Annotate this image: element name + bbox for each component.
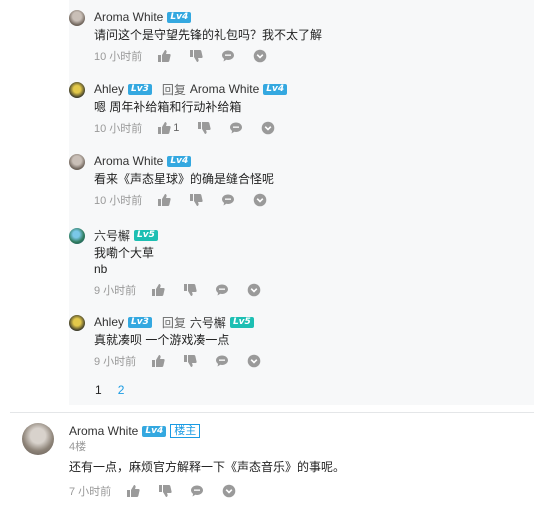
timestamp: 10 小时前 <box>94 123 143 135</box>
reply-item: 六号檞 Lv5 我嘞个大草 nb 9 小时前 <box>69 226 534 302</box>
more-icon[interactable] <box>247 354 261 368</box>
username[interactable]: Aroma White <box>94 10 163 24</box>
timestamp: 7 小时前 <box>69 486 112 498</box>
username[interactable]: 六号檞 <box>94 227 130 244</box>
page-current: 1 <box>95 383 102 397</box>
divider <box>10 412 534 413</box>
thumb-down-icon[interactable] <box>189 193 203 207</box>
timestamp: 10 小时前 <box>94 195 143 207</box>
level-badge: Lv4 <box>167 155 192 167</box>
timestamp: 10 小时前 <box>94 51 143 63</box>
thumb-up-icon[interactable] <box>151 354 165 368</box>
reply-text: nb <box>94 262 108 276</box>
timestamp: 9 小时前 <box>94 356 137 368</box>
reply-target-username[interactable]: Aroma White <box>190 82 259 96</box>
username[interactable]: Ahley <box>94 315 124 329</box>
avatar[interactable] <box>22 423 54 455</box>
comment-text: 还有一点，麻烦官方解释一下《声态音乐》的事呢。 <box>69 460 346 474</box>
reply-item: Aroma White Lv4 请问这个是守望先锋的礼包吗？我不太了解 10 小… <box>69 8 534 68</box>
thumb-up-icon[interactable] <box>126 484 140 498</box>
like-count: 1 <box>173 122 180 134</box>
comment-item: Aroma White Lv4 楼主 4楼 还有一点，麻烦官方解释一下《声态音乐… <box>69 423 534 508</box>
thumb-up-icon[interactable] <box>151 283 165 297</box>
avatar[interactable] <box>69 10 85 26</box>
reply-item: Aroma White Lv4 看来《声态星球》的确是缝合怪呢 10 小时前 <box>69 152 534 212</box>
floor-number: 4楼 <box>69 441 87 453</box>
comment-icon[interactable] <box>229 121 243 135</box>
more-icon[interactable] <box>253 193 267 207</box>
reply-text: 嗯 周年补给箱和行动补给箱 <box>94 100 242 114</box>
reply-label: 回复 <box>161 315 186 330</box>
reply-target-username[interactable]: 六号檞 <box>190 314 226 331</box>
reply-text: 请问这个是守望先锋的礼包吗？我不太了解 <box>94 28 323 42</box>
comment-icon[interactable] <box>215 283 229 297</box>
username[interactable]: Aroma White <box>69 424 138 438</box>
avatar[interactable] <box>69 315 85 331</box>
pagination: 1 2 <box>95 383 124 397</box>
level-badge: Lv4 <box>263 83 288 95</box>
level-badge: Lv3 <box>128 83 152 95</box>
thumb-up-icon[interactable] <box>157 193 171 207</box>
reply-text: 真就凑呗 一个游戏凑一点 <box>94 333 230 347</box>
reply-label: 回复 <box>161 82 186 97</box>
more-icon[interactable] <box>222 484 236 498</box>
thumb-down-icon[interactable] <box>158 484 172 498</box>
thumb-down-icon[interactable] <box>183 283 197 297</box>
level-badge: Lv5 <box>229 316 254 328</box>
thumb-down-icon[interactable] <box>183 354 197 368</box>
level-badge: Lv4 <box>142 425 167 437</box>
reply-item: Ahley Lv3 回复 六号檞 Lv5 真就凑呗 一个游戏凑一点 9 小时前 <box>69 313 534 373</box>
comment-icon[interactable] <box>190 484 204 498</box>
avatar[interactable] <box>69 228 85 244</box>
owner-badge: 楼主 <box>170 424 201 438</box>
avatar[interactable] <box>69 154 85 170</box>
thumb-up-icon[interactable] <box>157 121 171 135</box>
thumb-down-icon[interactable] <box>189 49 203 63</box>
level-badge: Lv3 <box>128 316 152 328</box>
more-icon[interactable] <box>247 283 261 297</box>
comment-icon[interactable] <box>221 49 235 63</box>
more-icon[interactable] <box>253 49 267 63</box>
comment-icon[interactable] <box>215 354 229 368</box>
reply-text: 我嘞个大草 <box>94 246 155 260</box>
timestamp: 9 小时前 <box>94 285 137 297</box>
thumb-down-icon[interactable] <box>197 121 212 135</box>
username[interactable]: Ahley <box>94 82 124 96</box>
page-link-2[interactable]: 2 <box>118 383 125 397</box>
level-badge: Lv5 <box>134 229 158 241</box>
reply-text: 看来《声态星球》的确是缝合怪呢 <box>94 172 275 186</box>
more-icon[interactable] <box>261 121 275 135</box>
comment-icon[interactable] <box>221 193 235 207</box>
thumb-up-icon[interactable] <box>157 49 171 63</box>
reply-item: Ahley Lv3 回复 Aroma White Lv4 嗯 周年补给箱和行动补… <box>69 80 534 140</box>
avatar[interactable] <box>69 82 85 98</box>
level-badge: Lv4 <box>167 11 192 23</box>
username[interactable]: Aroma White <box>94 154 163 168</box>
